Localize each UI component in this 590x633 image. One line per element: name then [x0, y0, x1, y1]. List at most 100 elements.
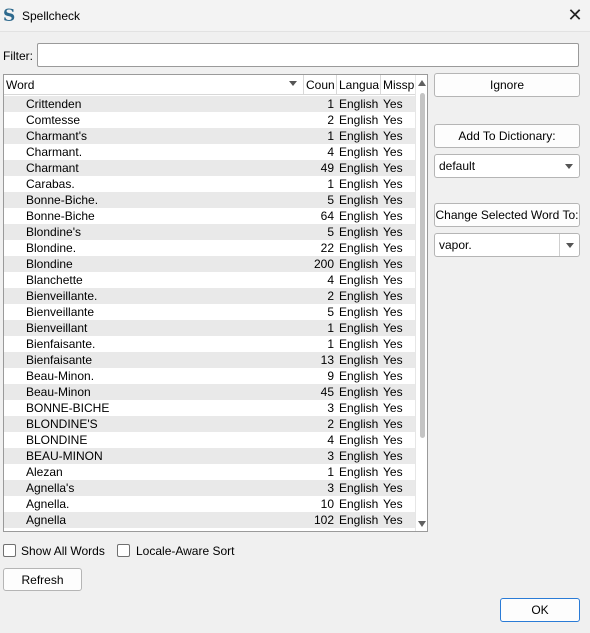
- table-row[interactable]: Charmant. 4 English Yes: [4, 144, 415, 160]
- count-cell: 5: [327, 193, 334, 207]
- table-row[interactable]: Comtesse 2 English Yes: [4, 112, 415, 128]
- word-cell: BLONDINE'S: [26, 417, 98, 431]
- column-header-misspelled[interactable]: Missp: [381, 75, 415, 95]
- count-cell: 1: [327, 97, 334, 111]
- window-title: Spellcheck: [22, 9, 81, 23]
- table-row[interactable]: Blondine's 5 English Yes: [4, 224, 415, 240]
- misspelled-cell: Yes: [383, 177, 403, 191]
- table-row[interactable]: Bienveillante 5 English Yes: [4, 304, 415, 320]
- language-cell: English: [339, 97, 379, 111]
- table-row[interactable]: BLONDINE 4 English Yes: [4, 432, 415, 448]
- table-row[interactable]: Beau-Minon. 9 English Yes: [4, 368, 415, 384]
- locale-aware-sort-checkbox[interactable]: [117, 544, 130, 557]
- count-cell: 2: [327, 113, 334, 127]
- table-row[interactable]: Agnella 102 English Yes: [4, 512, 415, 528]
- table-row[interactable]: Bienfaisante. 1 English Yes: [4, 336, 415, 352]
- chevron-down-icon[interactable]: [566, 243, 574, 248]
- scrollbar-thumb[interactable]: [420, 93, 425, 438]
- misspelled-cell: Yes: [383, 369, 403, 383]
- column-header-count[interactable]: Coun: [304, 75, 337, 95]
- table-row[interactable]: Blanchette 4 English Yes: [4, 272, 415, 288]
- locale-aware-sort-label[interactable]: Locale-Aware Sort: [136, 544, 235, 558]
- count-cell: 22: [320, 241, 334, 255]
- count-cell: 102: [313, 513, 334, 527]
- column-header-language[interactable]: Langua: [337, 75, 381, 95]
- misspelled-cell: Yes: [383, 273, 403, 287]
- language-cell: English: [339, 401, 379, 415]
- table-row[interactable]: Agnella. 10 English Yes: [4, 496, 415, 512]
- misspelled-cell: Yes: [383, 401, 403, 415]
- table-row[interactable]: BONNE-BICHE 3 English Yes: [4, 400, 415, 416]
- word-table[interactable]: Word Coun Langua Missp Crittenden 1 Englis…: [3, 74, 428, 532]
- table-row[interactable]: Blondine 200 English Yes: [4, 256, 415, 272]
- word-cell: Charmant.: [26, 145, 83, 159]
- ok-button[interactable]: OK: [500, 598, 580, 622]
- language-cell: English: [339, 305, 379, 319]
- table-row[interactable]: Bienveillant 1 English Yes: [4, 320, 415, 336]
- replacement-word-value[interactable]: vapor.: [439, 234, 472, 256]
- word-cell: Charmant: [26, 161, 79, 175]
- table-row[interactable]: BEAU-MINON 3 English Yes: [4, 448, 415, 464]
- language-cell: English: [339, 465, 379, 479]
- misspelled-cell: Yes: [383, 97, 403, 111]
- misspelled-cell: Yes: [383, 417, 403, 431]
- table-row[interactable]: Beau-Minon 45 English Yes: [4, 384, 415, 400]
- table-row[interactable]: Charmant 49 English Yes: [4, 160, 415, 176]
- word-cell: Carabas.: [26, 177, 75, 191]
- refresh-button[interactable]: Refresh: [3, 568, 82, 591]
- ignore-button[interactable]: Ignore: [434, 73, 580, 97]
- count-cell: 1: [327, 337, 334, 351]
- sort-descending-icon: [289, 81, 297, 86]
- count-cell: 4: [327, 145, 334, 159]
- misspelled-cell: Yes: [383, 481, 403, 495]
- word-cell: BONNE-BICHE: [26, 401, 110, 415]
- count-cell: 1: [327, 465, 334, 479]
- misspelled-cell: Yes: [383, 497, 403, 511]
- column-header-word[interactable]: Word: [4, 75, 304, 95]
- word-cell: Blondine: [26, 257, 73, 271]
- table-row[interactable]: Bonne-Biche. 5 English Yes: [4, 192, 415, 208]
- count-cell: 45: [320, 385, 334, 399]
- show-all-words-checkbox[interactable]: [3, 544, 16, 557]
- table-row[interactable]: Bienfaisante 13 English Yes: [4, 352, 415, 368]
- word-cell: Blondine's: [26, 225, 81, 239]
- table-row[interactable]: Blondine. 22 English Yes: [4, 240, 415, 256]
- add-to-dictionary-button[interactable]: Add To Dictionary:: [434, 124, 580, 148]
- count-cell: 4: [327, 433, 334, 447]
- language-cell: English: [339, 449, 379, 463]
- misspelled-cell: Yes: [383, 337, 403, 351]
- table-row[interactable]: Alezan 1 English Yes: [4, 464, 415, 480]
- language-cell: English: [339, 417, 379, 431]
- count-cell: 2: [327, 289, 334, 303]
- scroll-down-arrow-icon[interactable]: [418, 521, 426, 527]
- table-row[interactable]: Agnella's 3 English Yes: [4, 480, 415, 496]
- filter-input[interactable]: [37, 43, 579, 67]
- change-selected-word-button[interactable]: Change Selected Word To:: [434, 203, 580, 227]
- table-row[interactable]: Carabas. 1 English Yes: [4, 176, 415, 192]
- table-row[interactable]: Bonne-Biche 64 English Yes: [4, 208, 415, 224]
- filter-label: Filter:: [3, 49, 33, 63]
- replacement-word-combo[interactable]: vapor.: [434, 233, 580, 257]
- language-cell: English: [339, 289, 379, 303]
- show-all-words-label[interactable]: Show All Words: [21, 544, 105, 558]
- misspelled-cell: Yes: [383, 289, 403, 303]
- misspelled-cell: Yes: [383, 241, 403, 255]
- dictionary-select[interactable]: default: [434, 154, 580, 178]
- vertical-scrollbar[interactable]: [415, 75, 427, 531]
- scroll-up-arrow-icon[interactable]: [418, 80, 426, 86]
- language-cell: English: [339, 497, 379, 511]
- table-row[interactable]: Charmant's 1 English Yes: [4, 128, 415, 144]
- language-cell: English: [339, 481, 379, 495]
- count-cell: 1: [327, 129, 334, 143]
- count-cell: 3: [327, 481, 334, 495]
- table-row[interactable]: BLONDINE'S 2 English Yes: [4, 416, 415, 432]
- table-row[interactable]: Bienveillante. 2 English Yes: [4, 288, 415, 304]
- close-icon[interactable]: ✕: [562, 5, 588, 27]
- count-cell: 3: [327, 449, 334, 463]
- count-cell: 49: [320, 161, 334, 175]
- count-cell: 1: [327, 177, 334, 191]
- language-cell: English: [339, 337, 379, 351]
- count-cell: 1: [327, 321, 334, 335]
- dictionary-select-value: default: [439, 159, 476, 173]
- table-row[interactable]: Crittenden 1 English Yes: [4, 96, 415, 112]
